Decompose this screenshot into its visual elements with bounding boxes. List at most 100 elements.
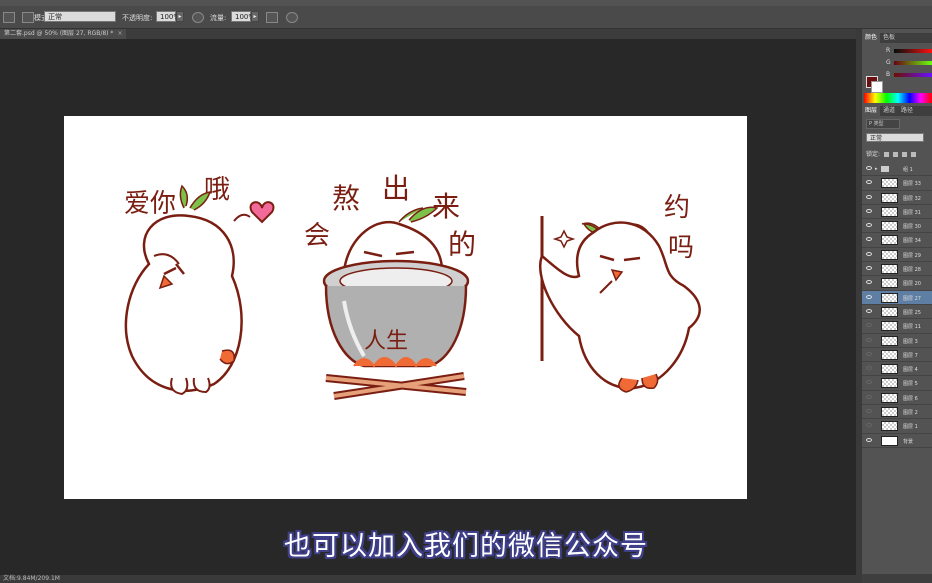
airbrush-icon[interactable] [266,12,278,23]
layer-thumbnail [881,306,898,317]
layer-name: 图层 1 [903,424,918,431]
g-slider[interactable] [894,61,932,65]
layer-row[interactable]: 图层 20 [862,276,932,291]
flow-input[interactable]: 100% [231,11,255,22]
visibility-eye-icon[interactable] [866,380,872,385]
layer-row[interactable]: 图层 28 [862,262,932,277]
layer-row[interactable]: 图层 5 [862,376,932,391]
layer-thumbnail [881,292,898,303]
layer-row[interactable]: ▸ 组 1 [862,162,932,177]
tab-swatches[interactable]: 色板 [880,33,898,43]
lock-label: 锁定: [866,151,881,158]
tool-preset-icon[interactable] [3,12,15,23]
visibility-eye-icon[interactable] [866,423,872,428]
sticker2-text-3: 出 [382,172,410,205]
layer-row[interactable]: 图层 30 [862,219,932,234]
r-label: R [886,47,891,54]
layer-name: 图层 29 [903,252,921,259]
visibility-eye-icon[interactable] [866,208,872,213]
visibility-eye-icon[interactable] [866,180,872,185]
document-tab-label: 第二套.psd @ 50% (图层 27, RGB/8) * [4,30,114,37]
layer-kind-filter[interactable]: P 类型 [866,119,900,129]
layer-thumbnail [881,435,898,446]
visibility-eye-icon[interactable] [866,394,872,399]
visibility-eye-icon[interactable] [866,294,872,299]
visibility-eye-icon[interactable] [866,308,872,313]
lock-move-icon[interactable] [902,152,908,157]
layer-row[interactable]: 图层 1 [862,419,932,434]
layer-row[interactable]: 图层 2 [862,405,932,420]
visibility-eye-icon[interactable] [866,409,872,414]
flow-dropdown[interactable]: ▸ [251,11,259,22]
mode-select[interactable]: 正常 [44,11,116,22]
tab-color[interactable]: 颜色 [862,33,881,43]
document-canvas[interactable]: 爱你 哦 会 熬 出 来 的 人生 约 吗 [64,116,747,499]
sticker-love-you: 爱你 哦 [124,175,275,396]
layer-name: 图层 20 [903,281,921,288]
layer-row[interactable]: 图层 31 [862,205,932,220]
layers-panel-tabs: 图层 通道 路径 [862,106,932,116]
layer-name: 图层 4 [903,367,918,374]
layer-row[interactable]: 背景 [862,434,932,448]
visibility-eye-icon[interactable] [866,366,872,371]
sticker2-text-1: 会 [304,221,330,251]
layer-thumbnail [881,178,898,189]
opacity-input[interactable]: 100% [156,11,180,22]
b-slider[interactable] [894,73,932,77]
layer-row[interactable]: 图层 33 [862,176,932,191]
layers-panel-footer [862,574,932,583]
sticker1-text-1: 爱你 [124,189,176,219]
close-tab-icon[interactable]: × [117,30,122,37]
status-bar: 文档:9.84M/209.1M [0,575,860,583]
layer-row[interactable]: 图层 32 [862,191,932,205]
pressure-size-icon[interactable] [286,12,298,23]
visibility-eye-icon[interactable] [866,194,872,199]
visibility-eye-icon[interactable] [866,266,872,271]
layer-thumbnail [881,206,898,217]
layer-name: 图层 6 [903,395,918,402]
sticker2-text-4: 来 [432,190,460,223]
lock-row: 锁定: [866,149,917,158]
visibility-eye-icon[interactable] [866,337,872,342]
flow-label: 流量: [210,14,227,22]
lock-paint-icon[interactable] [893,152,899,157]
visibility-eye-icon[interactable] [866,351,872,356]
sticker-boil-through: 会 熬 出 来 的 人生 [304,172,476,400]
layer-name: 图层 7 [903,352,918,359]
expand-arrow-icon[interactable]: ▸ [875,166,878,172]
tab-paths[interactable]: 路径 [898,106,916,116]
tab-layers[interactable]: 图层 [862,106,881,116]
layer-row[interactable]: 图层 11 [862,319,932,334]
pressure-opacity-icon[interactable] [192,12,204,23]
options-bar: 模式: 正常 不透明度: 100% ▸ 流量: 100% ▸ [0,6,932,29]
layer-thumbnail [881,421,898,432]
r-slider[interactable] [894,49,932,53]
visibility-eye-icon[interactable] [866,166,872,170]
layer-thumbnail [881,392,898,403]
layer-row[interactable]: 图层 6 [862,391,932,406]
lock-all-icon[interactable] [911,152,917,157]
layer-thumbnail [881,364,898,375]
visibility-eye-icon[interactable] [866,437,872,442]
layer-row[interactable]: 图层 3 [862,334,932,348]
color-spectrum[interactable] [864,93,932,103]
layer-row[interactable]: 图层 27 [862,290,932,305]
visibility-eye-icon[interactable] [866,237,872,242]
background-color-swatch[interactable] [871,81,883,93]
layer-row[interactable]: 图层 4 [862,362,932,377]
tab-channels[interactable]: 通道 [880,106,898,116]
layer-row[interactable]: 图层 7 [862,348,932,363]
lock-transparent-icon[interactable] [884,152,890,157]
opacity-dropdown[interactable]: ▸ [176,11,184,22]
visibility-eye-icon[interactable] [866,280,872,285]
visibility-eye-icon[interactable] [866,323,872,328]
layer-row[interactable]: 图层 29 [862,248,932,263]
layer-row[interactable]: 图层 25 [862,305,932,320]
visibility-eye-icon[interactable] [866,223,872,228]
visibility-eye-icon[interactable] [866,251,872,256]
document-tab[interactable]: 第二套.psd @ 50% (图层 27, RGB/8) * × [0,29,127,39]
blend-mode-select[interactable]: 正常 [866,133,924,142]
layers-list: ▸ 组 1 图层 33 图层 32 图层 31 图层 30 图层 34 图层 29 图层 28 图… [862,162,932,448]
brush-preset-icon[interactable] [22,12,34,23]
layer-row[interactable]: 图层 34 [862,233,932,248]
